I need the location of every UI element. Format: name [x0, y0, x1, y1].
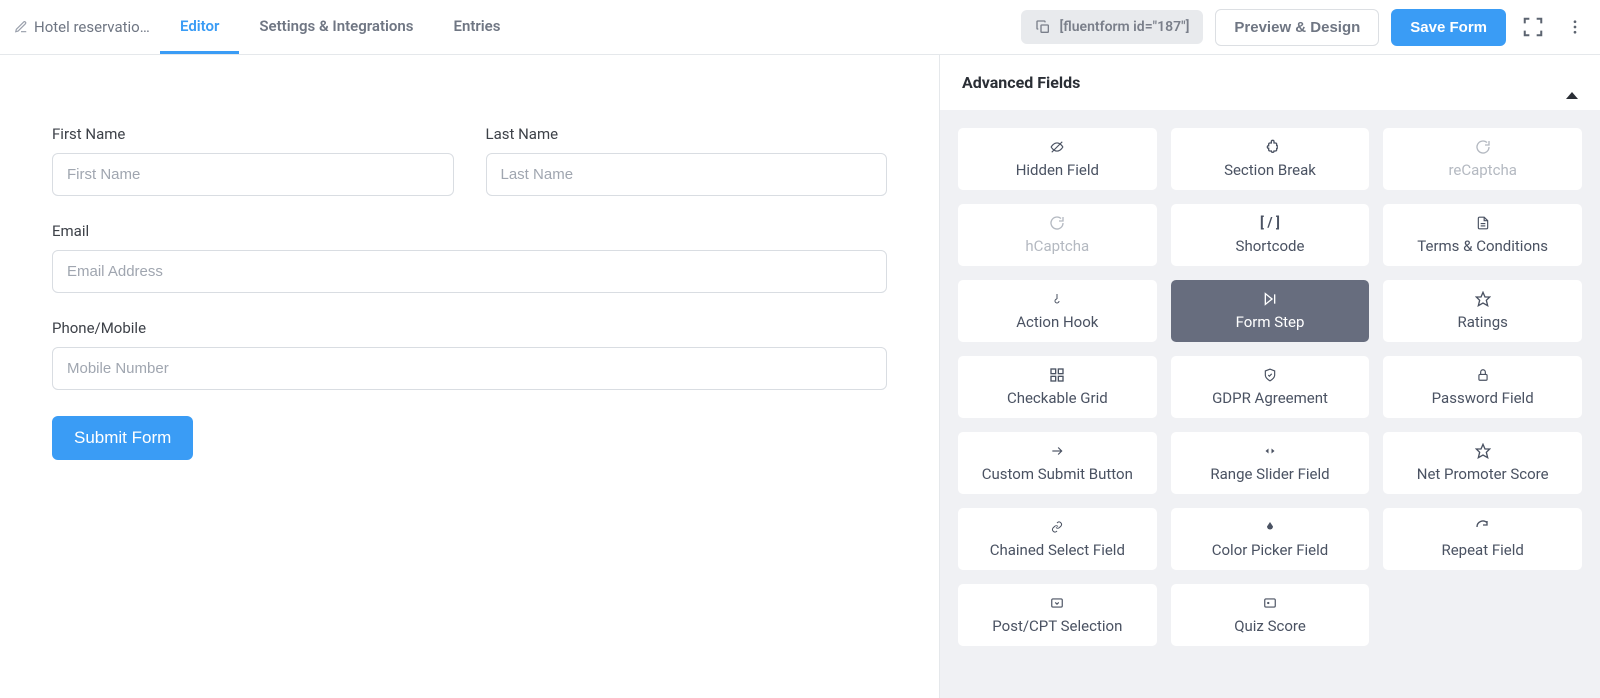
field-label: Form Step [1236, 313, 1305, 331]
field-hcaptcha[interactable]: hCaptcha [958, 204, 1157, 266]
field-label: Terms & Conditions [1417, 237, 1548, 255]
field-chained-select[interactable]: Chained Select Field [958, 508, 1157, 570]
field-checkable-grid[interactable]: Checkable Grid [958, 356, 1157, 418]
lock-icon [1476, 367, 1490, 383]
advanced-fields-header[interactable]: Advanced Fields [940, 55, 1600, 110]
phone-field[interactable]: Phone/Mobile [52, 319, 887, 390]
topbar: Hotel reservatio… Editor Settings & Inte… [0, 0, 1600, 55]
pencil-icon [14, 20, 28, 34]
field-color-picker[interactable]: Color Picker Field [1171, 508, 1370, 570]
last-name-field[interactable]: Last Name [486, 125, 888, 196]
field-custom-submit[interactable]: Custom Submit Button [958, 432, 1157, 494]
field-label: Hidden Field [1016, 161, 1099, 179]
more-menu-button[interactable] [1560, 12, 1590, 42]
tabs: Editor Settings & Integrations Entries [160, 0, 520, 54]
field-quiz[interactable]: Quiz Score [1171, 584, 1370, 646]
panel-title: Advanced Fields [962, 73, 1080, 92]
email-label: Email [52, 222, 887, 240]
recaptcha-icon [1475, 139, 1491, 155]
tab-editor[interactable]: Editor [160, 0, 239, 54]
shortcode-text: [fluentform id="187"] [1059, 19, 1189, 35]
fields-sidebar: Advanced Fields Hidden Field Section Bre… [940, 55, 1600, 698]
first-name-field[interactable]: First Name [52, 125, 454, 196]
email-input[interactable] [52, 250, 887, 293]
fields-grid: Hidden Field Section Break reCaptcha [958, 128, 1582, 646]
shield-icon [1263, 367, 1277, 383]
field-form-step[interactable]: Form Step [1171, 280, 1370, 342]
copy-icon [1035, 19, 1051, 35]
tab-settings[interactable]: Settings & Integrations [239, 0, 433, 54]
link-icon [1048, 519, 1066, 535]
field-recaptcha[interactable]: reCaptcha [1383, 128, 1582, 190]
fields-panel-body: Hidden Field Section Break reCaptcha [940, 110, 1600, 698]
field-label: Range Slider Field [1210, 465, 1329, 483]
field-label: Custom Submit Button [982, 465, 1133, 483]
first-name-label: First Name [52, 125, 454, 143]
puzzle-icon [1262, 139, 1278, 155]
last-name-input[interactable] [486, 153, 888, 196]
field-repeat[interactable]: Repeat Field [1383, 508, 1582, 570]
field-post-cpt[interactable]: Post/CPT Selection [958, 584, 1157, 646]
card-icon [1262, 595, 1278, 611]
field-nps[interactable]: Net Promoter Score [1383, 432, 1582, 494]
field-label: GDPR Agreement [1212, 389, 1328, 407]
field-shortcode[interactable]: [ / ] Shortcode [1171, 204, 1370, 266]
chevron-up-icon [1566, 73, 1578, 92]
field-label: Action Hook [1016, 313, 1098, 331]
field-terms[interactable]: Terms & Conditions [1383, 204, 1582, 266]
field-gdpr[interactable]: GDPR Agreement [1171, 356, 1370, 418]
hook-icon [1051, 291, 1063, 307]
topbar-right: [fluentform id="187"] Preview & Design S… [1021, 9, 1590, 46]
repeat-icon [1475, 519, 1491, 535]
field-label: Shortcode [1236, 237, 1305, 255]
form-name-text: Hotel reservatio… [34, 18, 150, 36]
field-label: Chained Select Field [990, 541, 1125, 559]
shortcode-icon: [ / ] [1260, 215, 1280, 231]
save-form-button[interactable]: Save Form [1391, 9, 1506, 46]
hcaptcha-icon [1049, 215, 1065, 231]
main-area: First Name Last Name Email Phone/Mobile … [0, 55, 1600, 698]
field-range-slider[interactable]: Range Slider Field [1171, 432, 1370, 494]
fullscreen-icon[interactable] [1518, 12, 1548, 42]
field-label: Post/CPT Selection [992, 617, 1122, 635]
field-label: reCaptcha [1448, 161, 1516, 179]
field-label: Color Picker Field [1212, 541, 1329, 559]
field-label: Net Promoter Score [1417, 465, 1549, 483]
star-icon [1475, 443, 1491, 459]
skip-forward-icon [1261, 291, 1279, 307]
first-name-input[interactable] [52, 153, 454, 196]
field-label: hCaptcha [1025, 237, 1089, 255]
field-label: Repeat Field [1441, 541, 1523, 559]
droplet-icon [1264, 519, 1276, 535]
field-label: Ratings [1457, 313, 1507, 331]
document-icon [1476, 215, 1490, 231]
preview-design-button[interactable]: Preview & Design [1215, 9, 1379, 46]
shortcode-box[interactable]: [fluentform id="187"] [1021, 10, 1203, 44]
tab-entries[interactable]: Entries [433, 0, 520, 54]
last-name-label: Last Name [486, 125, 888, 143]
field-ratings[interactable]: Ratings [1383, 280, 1582, 342]
submit-button[interactable]: Submit Form [52, 416, 193, 460]
phone-label: Phone/Mobile [52, 319, 887, 337]
form-name-display[interactable]: Hotel reservatio… [0, 18, 160, 36]
range-icon [1261, 443, 1279, 459]
topbar-left: Hotel reservatio… Editor Settings & Inte… [0, 0, 520, 54]
field-label: Checkable Grid [1007, 389, 1108, 407]
field-action-hook[interactable]: Action Hook [958, 280, 1157, 342]
field-label: Quiz Score [1234, 617, 1306, 635]
field-section-break[interactable]: Section Break [1171, 128, 1370, 190]
star-icon [1475, 291, 1491, 307]
field-hidden[interactable]: Hidden Field [958, 128, 1157, 190]
grid-icon [1049, 367, 1065, 383]
eye-off-icon [1048, 139, 1066, 155]
field-password[interactable]: Password Field [1383, 356, 1582, 418]
field-label: Password Field [1432, 389, 1534, 407]
field-label: Section Break [1224, 161, 1316, 179]
phone-input[interactable] [52, 347, 887, 390]
form-canvas: First Name Last Name Email Phone/Mobile … [0, 55, 940, 698]
arrow-right-icon [1048, 443, 1066, 459]
email-field[interactable]: Email [52, 222, 887, 293]
select-icon [1049, 595, 1065, 611]
